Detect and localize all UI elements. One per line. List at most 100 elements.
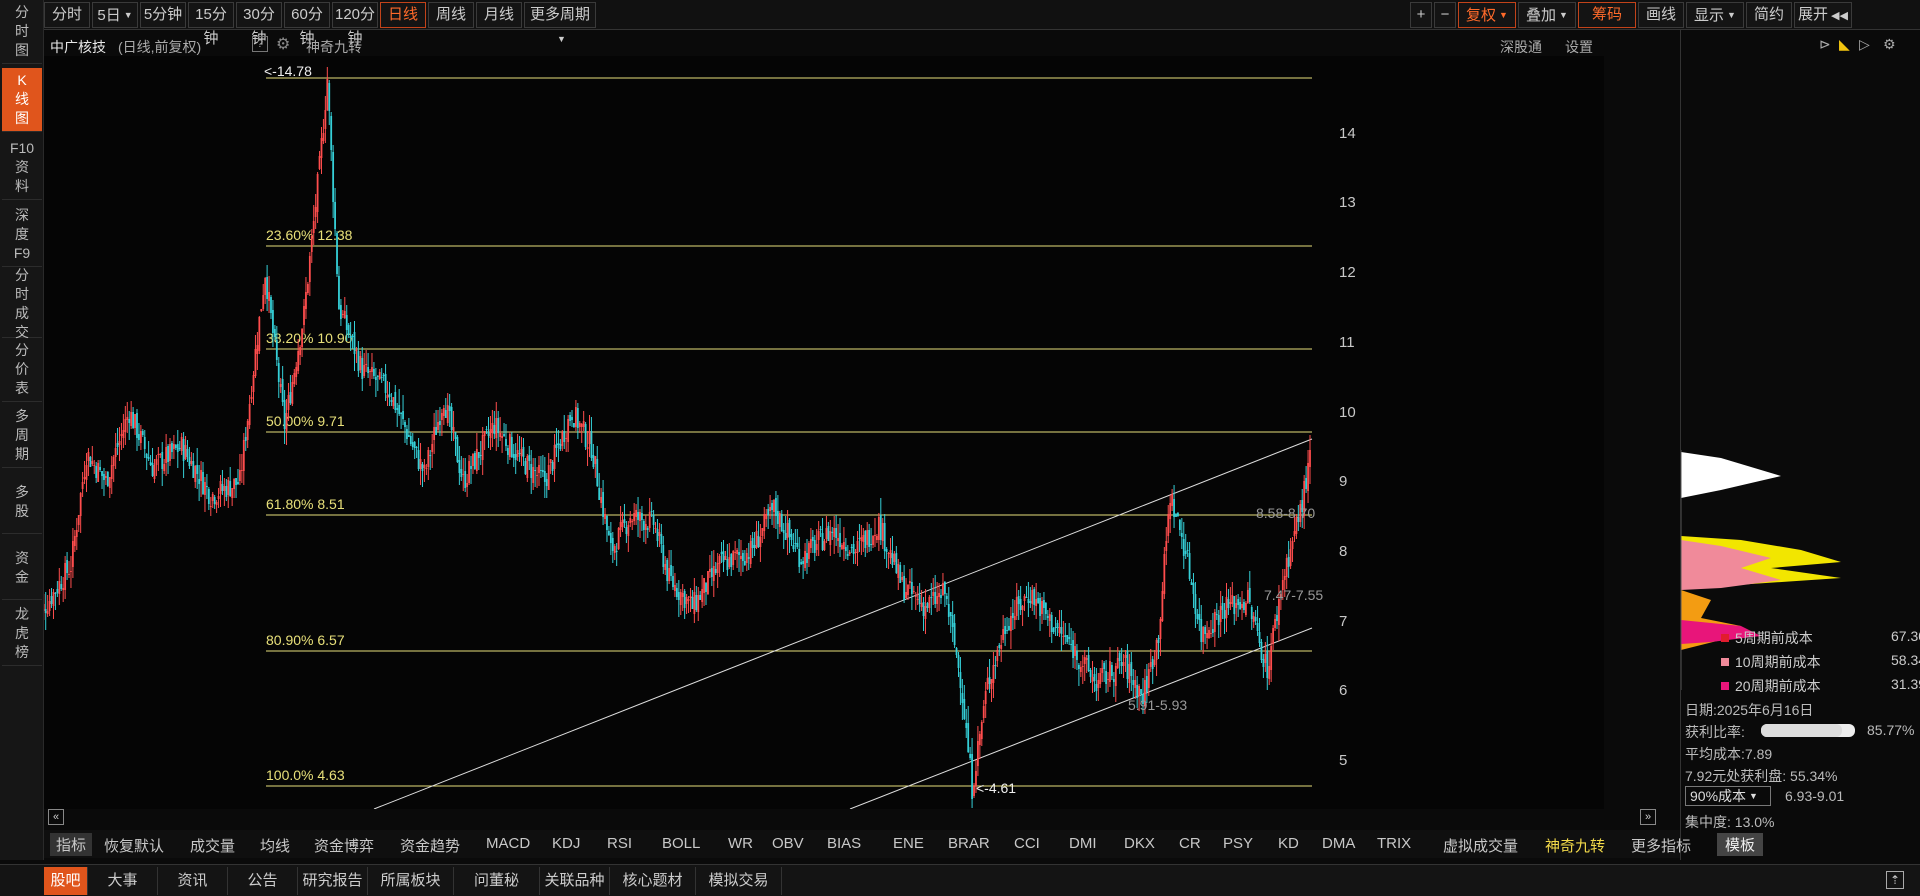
nav-funds[interactable]: 资 金 [2, 536, 42, 600]
candle-body [862, 535, 865, 542]
adjust-button[interactable]: 复权 ▼ [1458, 2, 1516, 28]
bottom-tab-4[interactable]: 研究报告 [298, 867, 368, 895]
kline-chart[interactable]: 23.60% 12.38 38.20% 10.90 50.00% 9.71 61.80… [44, 56, 1604, 809]
overlay-button[interactable]: 叠加 ▼ [1518, 2, 1576, 28]
indicator-20[interactable]: KD [1278, 835, 1299, 852]
indicator-25[interactable]: 更多指标 [1631, 835, 1691, 856]
bottom-tab-1[interactable]: 大事 [88, 867, 158, 895]
candle-body [1077, 665, 1080, 669]
candle-body [477, 452, 480, 458]
indicator-9[interactable]: BOLL [662, 835, 700, 852]
chip-flag-yellow-icon[interactable]: ◣ [1839, 36, 1850, 53]
indicator-1[interactable]: 恢复默认 [104, 835, 164, 856]
indicator-24[interactable]: 神奇九转 [1545, 835, 1605, 856]
nav-price-table[interactable]: 分 价 表 [2, 338, 42, 402]
indicator-23[interactable]: 虚拟成交量 [1443, 835, 1518, 856]
chip-flag-icon[interactable]: ⊳ [1819, 36, 1831, 53]
period-120min[interactable]: 120分钟 [332, 2, 378, 47]
nav-depth-f9[interactable]: 深 度 F9 [2, 203, 42, 267]
candle-body [945, 596, 948, 599]
nav-multi-period[interactable]: 多 周 期 [2, 404, 42, 468]
candle-body [1101, 668, 1104, 673]
candle-body [1182, 539, 1185, 556]
indicator-0[interactable]: 指标 [50, 833, 93, 856]
chip-settings-icon[interactable]: ⚙ [1883, 36, 1896, 53]
indicator-2[interactable]: 成交量 [190, 835, 235, 856]
expand-button[interactable]: 展开 ◀◀ [1794, 2, 1852, 28]
candle-body [909, 581, 911, 583]
period-weekly[interactable]: 周线 [428, 2, 474, 28]
candle-body [169, 444, 171, 461]
nav-multi-stock[interactable]: 多 股 [2, 470, 42, 534]
bottom-tab-6[interactable]: 问董秘 [454, 867, 540, 895]
nav-timeshare[interactable]: 分 时 图 [2, 0, 42, 64]
scroll-right-icon[interactable]: » [1640, 809, 1656, 825]
collapse-up-icon[interactable]: ⇡ [1886, 871, 1904, 889]
gear-icon[interactable]: ⚙ [276, 34, 290, 54]
bottom-tab-0[interactable]: 股吧 [44, 867, 88, 895]
period-15min[interactable]: 15分钟 [188, 2, 234, 47]
period-more-label: 更多周期 [529, 6, 590, 23]
candle-body [959, 672, 962, 688]
candle-body [431, 444, 434, 452]
indicator-14[interactable]: BRAR [948, 835, 990, 852]
candle-body [988, 677, 991, 684]
bottom-tab-7[interactable]: 关联品种 [540, 867, 610, 895]
cost-percent-select[interactable]: 90%成本 ▼ [1685, 786, 1771, 806]
period-more[interactable]: 更多周期▼ [524, 2, 596, 44]
nav-time-deals[interactable]: 分 时 成 交 [2, 267, 42, 340]
zoom-out-button[interactable]: − [1434, 2, 1456, 28]
indicator-5[interactable]: 资金趋势 [400, 835, 460, 856]
period-monthly[interactable]: 月线 [476, 2, 522, 28]
candle-body [316, 174, 319, 212]
period-60min[interactable]: 60分钟 [284, 2, 330, 47]
indicator-10[interactable]: WR [728, 835, 753, 852]
indicator-21[interactable]: DMA [1322, 835, 1355, 852]
candle-body [901, 577, 904, 580]
period-daily[interactable]: 日线 [380, 2, 426, 28]
shengutong-link[interactable]: 深股通 [1500, 37, 1542, 57]
scroll-left-icon[interactable]: « [48, 809, 64, 825]
nav-kline[interactable]: K 线 图 [2, 68, 42, 132]
chart-info-bar: 中广核技 (日线,前复权) ? ⚙ 神奇九转 深股通 设置均线▼ [44, 31, 1604, 90]
bottom-tab-3[interactable]: 公告 [228, 867, 298, 895]
indicator-22[interactable]: TRIX [1377, 835, 1411, 852]
zoom-in-button[interactable]: + [1410, 2, 1432, 28]
draw-line-button[interactable]: 画线 [1638, 2, 1684, 28]
candle-body [910, 582, 913, 594]
indicator-19[interactable]: PSY [1223, 835, 1253, 852]
period-5min[interactable]: 5分钟 [140, 2, 186, 28]
indicator-3[interactable]: 均线 [260, 835, 290, 856]
candle-body [464, 471, 467, 488]
bottom-tab-9[interactable]: 模拟交易 [696, 867, 782, 895]
indicator-12[interactable]: BIAS [827, 835, 861, 852]
bottom-tab-8[interactable]: 核心题材 [610, 867, 696, 895]
period-30min[interactable]: 30分钟 [236, 2, 282, 47]
nav-f10[interactable]: F10 资 料 [2, 136, 42, 200]
indicator-8[interactable]: RSI [607, 835, 632, 852]
chip-arrow-icon[interactable]: ▷ [1859, 36, 1870, 53]
indicator-7[interactable]: KDJ [552, 835, 580, 852]
indicator-17[interactable]: DKX [1124, 835, 1155, 852]
indicator-16[interactable]: DMI [1069, 835, 1097, 852]
period-5day[interactable]: 5日 ▼ [92, 2, 138, 28]
period-fenshi[interactable]: 分时 [44, 2, 90, 28]
indicator-4[interactable]: 资金博弈 [314, 835, 374, 856]
indicator-13[interactable]: ENE [893, 835, 924, 852]
candle-body [122, 430, 125, 438]
bottom-tab-5[interactable]: 所属板块 [368, 867, 454, 895]
indicator-18[interactable]: CR [1179, 835, 1201, 852]
display-button[interactable]: 显示 ▼ [1686, 2, 1744, 28]
help-icon[interactable]: ? [252, 36, 268, 52]
bottom-tab-2[interactable]: 资讯 [158, 867, 228, 895]
indicator-11[interactable]: OBV [772, 835, 804, 852]
simple-button[interactable]: 简约 [1746, 2, 1792, 28]
chips-button[interactable]: 筹码 [1578, 2, 1636, 28]
indicator-26[interactable]: 模板 [1717, 833, 1764, 856]
candle-body [485, 429, 488, 430]
indicator-6[interactable]: MACD [486, 835, 530, 852]
indicator-15[interactable]: CCI [1014, 835, 1040, 852]
candle-body [594, 456, 597, 464]
chevron-down-icon: ▼ [123, 10, 133, 20]
nav-dragon-tiger[interactable]: 龙 虎 榜 [2, 602, 42, 666]
